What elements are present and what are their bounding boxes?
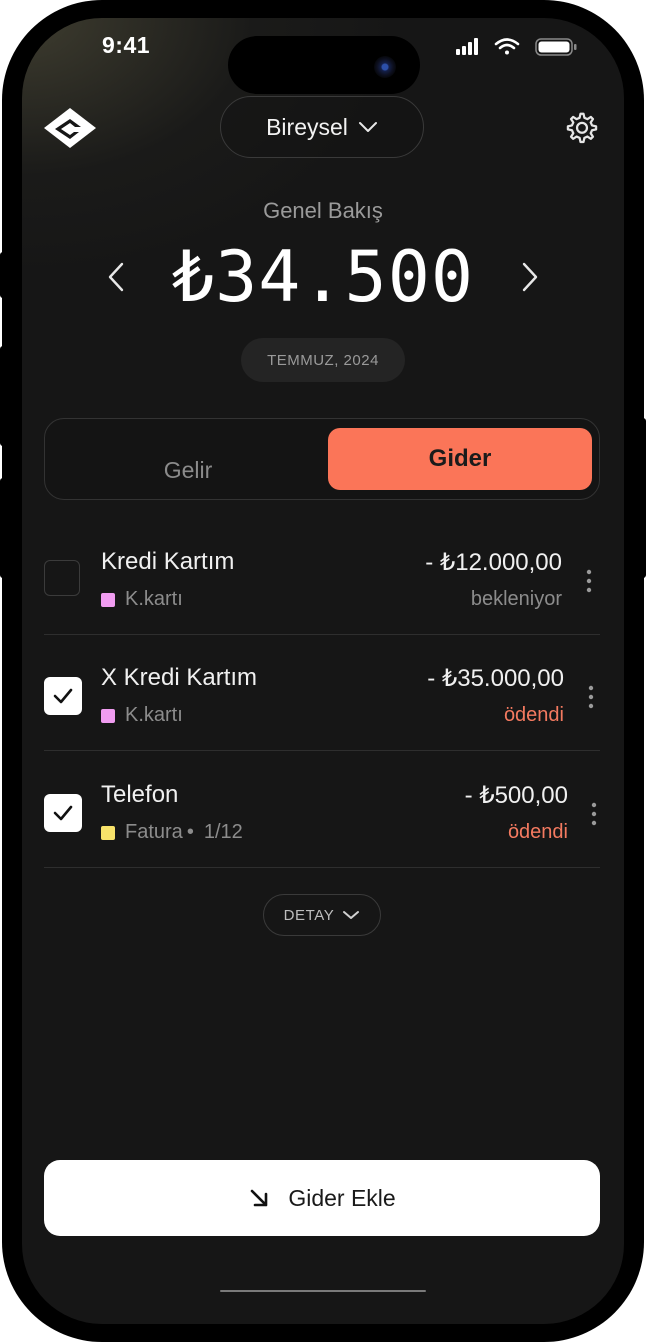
period-pill[interactable]: TEMMUZ, 2024 [241, 338, 405, 382]
signal-icon [456, 38, 478, 55]
detail-button[interactable]: DETAY [263, 894, 381, 936]
category-color-dot [101, 708, 115, 723]
transaction-status: bekleniyor [470, 588, 562, 610]
status-icons [456, 38, 577, 56]
phone-volume-up [0, 346, 6, 446]
tab-gelir[interactable]: Gelir [46, 439, 330, 501]
detail-button-label: DETAY [283, 906, 335, 924]
row-divider [44, 634, 600, 635]
category-label: K.kartı [125, 588, 183, 610]
transaction-status: ödendi [507, 821, 568, 843]
battery-icon [535, 38, 577, 56]
home-indicator[interactable] [220, 1290, 426, 1292]
add-expense-button[interactable]: Gider Ekle [44, 1160, 600, 1236]
camera-icon [374, 56, 396, 78]
transaction-name: X Kredi Kartım [101, 664, 258, 691]
tab-gelir-label: Gelir [163, 456, 213, 483]
check-icon [53, 688, 73, 704]
category-color-dot [101, 825, 115, 840]
row-divider [44, 867, 600, 868]
phone-power-button [640, 418, 646, 578]
phone-volume-down [0, 478, 6, 578]
transaction-category: K.kartı [101, 588, 183, 611]
gear-icon[interactable] [564, 110, 600, 146]
add-expense-label: Gider Ekle [288, 1184, 396, 1211]
row-checkbox-checked[interactable] [44, 677, 82, 715]
row-divider [44, 750, 600, 751]
chevron-right-icon[interactable] [514, 260, 544, 294]
arrow-down-right-icon [251, 1189, 268, 1207]
chevron-down-icon [358, 122, 377, 132]
transaction-name: Telefon [101, 781, 179, 808]
period-label: TEMMUZ, 2024 [267, 351, 379, 369]
category-color-dot [101, 592, 115, 607]
transaction-amount: - ₺35.000,00 [427, 665, 564, 692]
installment-label: 1/12 [203, 821, 243, 843]
phone-action-button [0, 252, 6, 298]
wifi-icon [494, 38, 520, 55]
transaction-amount: - ₺500,00 [464, 782, 568, 809]
overview-title: Genel Bakış [263, 198, 383, 223]
row-checkbox-checked[interactable] [44, 794, 82, 832]
row-checkbox[interactable] [44, 560, 80, 596]
category-label: Fatura [125, 821, 183, 843]
kebab-menu-icon[interactable] [587, 684, 595, 710]
tab-gider-label: Gider [428, 445, 492, 472]
status-time: 9:41 [102, 32, 151, 58]
chevron-down-icon [343, 911, 360, 919]
tab-gider[interactable]: Gider [328, 428, 592, 490]
transaction-category: Fatura • 1/12 [101, 821, 243, 844]
category-label: K.kartı [125, 704, 183, 726]
kebab-menu-icon[interactable] [590, 801, 598, 827]
transaction-amount: - ₺12.000,00 [425, 549, 562, 576]
kebab-menu-icon[interactable] [585, 568, 593, 594]
check-icon [53, 805, 73, 821]
app-logo-icon[interactable] [44, 108, 96, 148]
separator-dot: • [186, 821, 194, 843]
transaction-status: ödendi [503, 704, 564, 726]
app-screen: 9:41 Bireysel Genel Bakış ₺34.500 TEMMUZ… [22, 18, 624, 1324]
profile-selector[interactable]: Bireysel [220, 96, 424, 158]
transaction-name: Kredi Kartım [101, 548, 235, 575]
transaction-category: K.kartı [101, 704, 183, 727]
profile-label: Bireysel [266, 113, 348, 140]
